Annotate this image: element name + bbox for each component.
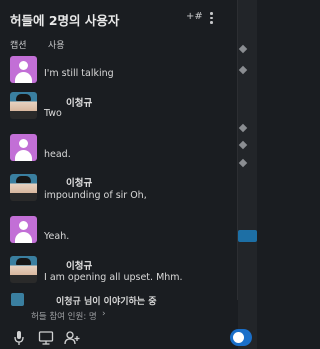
caption-author: 이청규 <box>66 261 93 272</box>
screen-share-icon[interactable] <box>38 330 56 346</box>
caption-text: Yeah. <box>44 231 70 242</box>
headphones-toggle[interactable] <box>230 329 252 346</box>
add-people-button[interactable]: +# <box>186 11 203 22</box>
microphone-icon[interactable] <box>12 330 30 346</box>
user-avatar <box>10 216 37 243</box>
add-person-icon[interactable] <box>64 330 82 346</box>
caption-list[interactable]: I'm still talking 이청규 Two head. 이청규 impo… <box>0 54 238 294</box>
participants-label: 허들 참여 인원: 명 <box>31 312 97 322</box>
participants-row[interactable]: 허들 참여 인원: 명 › <box>0 309 238 324</box>
user-avatar <box>10 256 37 283</box>
huddle-controls <box>0 329 257 349</box>
tab-people[interactable]: 사용 <box>48 38 65 51</box>
headphones-icon <box>233 332 244 343</box>
huddle-tabs: 캡션 사용 <box>0 34 238 54</box>
caption-text: I am opening all upset. Mhm. <box>44 272 183 283</box>
huddle-header: 허들에 2명의 사용자 +# <box>0 0 238 34</box>
huddle-title: 허들에 2명의 사용자 <box>10 13 120 28</box>
caption-text: I'm still talking <box>44 68 114 79</box>
caption-text: head. <box>44 149 71 160</box>
background-attachment <box>238 230 257 242</box>
background-app-strip <box>238 0 257 349</box>
huddle-panel: 허들에 2명의 사용자 +# 캡션 사용 I'm still talking 이… <box>0 0 238 300</box>
more-options-icon[interactable] <box>210 12 214 24</box>
caption-text: impounding of sir Oh, <box>44 190 147 201</box>
speaking-indicator: 이청규 님이 이야기하는 중 <box>0 292 238 308</box>
speaking-text: 이청규 님이 이야기하는 중 <box>56 297 157 307</box>
speaker-avatar <box>11 293 24 306</box>
user-avatar <box>10 134 37 161</box>
caption-author: 이청규 <box>66 98 93 109</box>
chevron-right-icon: › <box>102 309 106 319</box>
user-avatar <box>10 92 37 119</box>
caption-author: 이청규 <box>66 178 93 189</box>
tab-captions[interactable]: 캡션 <box>10 38 27 51</box>
caption-text: Two <box>44 108 62 119</box>
user-avatar <box>10 56 37 83</box>
user-avatar <box>10 174 37 201</box>
